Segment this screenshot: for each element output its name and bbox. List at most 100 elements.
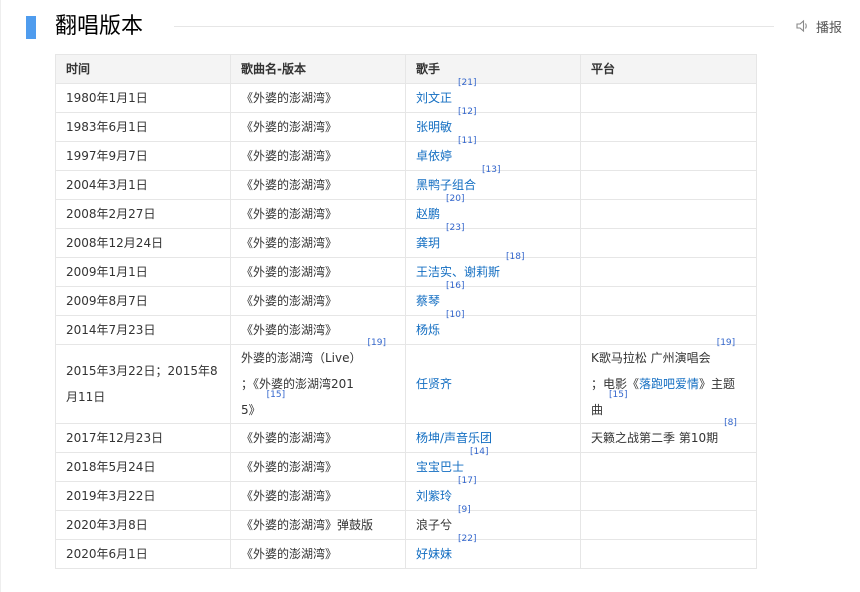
table-row: 2008年12月24日 《外婆的澎湖湾》 龚玥 [23] (55, 224, 757, 258)
table-row: 2015年3月22日；2015年8月11日 外婆的澎湖湾（Live） [19] ；… (55, 339, 757, 424)
citation-link[interactable]: [8] (724, 418, 737, 428)
cell-singer: 好妹妹 [22] (405, 535, 581, 569)
platform-text: 天籁之战第二季 第10期 (591, 431, 719, 445)
singer-link[interactable]: 王洁实、谢莉斯 (416, 265, 500, 279)
citation-link[interactable]: [16] (446, 281, 464, 291)
cell-platform (580, 481, 757, 511)
cell-singer: 杨坤/声音乐团 (405, 423, 581, 453)
cell-song: 《外婆的澎湖湾》 (230, 423, 406, 453)
cell-platform (580, 539, 757, 569)
singer-link[interactable]: 刘文正 (416, 91, 452, 105)
citation-link[interactable]: [10] (446, 310, 464, 320)
cell-date: 2009年1月1日 (55, 257, 231, 287)
cell-date: 2009年8月7日 (55, 286, 231, 316)
cell-singer: 张明敏 [12] (405, 108, 581, 142)
cell-song: 《外婆的澎湖湾》弹鼓版 (230, 510, 406, 540)
citation-link[interactable]: [11] (458, 136, 476, 146)
cell-song: 《外婆的澎湖湾》 (230, 170, 406, 200)
cell-song: 《外婆的澎湖湾》 (230, 539, 406, 569)
cell-platform (580, 228, 757, 258)
citation-link[interactable]: [21] (458, 78, 476, 88)
section-accent-bar (26, 16, 36, 39)
singer-link[interactable]: 卓依婷 (416, 149, 452, 163)
citation-link[interactable]: [12] (458, 107, 476, 117)
cell-platform: 天籁之战第二季 第10期 [8] (580, 419, 757, 453)
table-row: 2020年6月1日 《外婆的澎湖湾》 好妹妹 [22] (55, 535, 757, 569)
left-edge-rule (0, 0, 1, 592)
table-row: 1997年9月7日 《外婆的澎湖湾》 卓依婷 [11] (55, 137, 757, 171)
citation-link[interactable]: [17] (458, 476, 476, 486)
table-row: 2009年8月7日 《外婆的澎湖湾》 蔡琴 [16] (55, 282, 757, 316)
singer-link[interactable]: 刘紫玲 (416, 489, 452, 503)
citation-link[interactable]: [22] (458, 534, 476, 544)
citation-link[interactable]: [20] (446, 194, 464, 204)
title-divider (174, 26, 774, 27)
citation-link[interactable]: [19] (717, 338, 735, 348)
header-platform: 平台 (580, 54, 757, 84)
table-row: 2008年2月27日 《外婆的澎湖湾》 赵鹏 [20] (55, 195, 757, 229)
cell-platform (580, 286, 757, 316)
table-row: 2020年3月8日 《外婆的澎湖湾》弹鼓版 浪子兮 [9] (55, 506, 757, 540)
singer-link[interactable]: 杨烁 (416, 323, 440, 337)
cell-singer: 黑鸭子组合 [13] (405, 166, 581, 200)
singer-link[interactable]: 宝宝巴士 (416, 460, 464, 474)
cell-date: 1997年9月7日 (55, 141, 231, 171)
cell-song: 《外婆的澎湖湾》 (230, 452, 406, 482)
cell-platform (580, 170, 757, 200)
singer-link[interactable]: 好妹妹 (416, 547, 452, 561)
platform-text: 》主题 (699, 377, 736, 391)
platform-text: K歌马拉松 广州演唱会 (591, 351, 711, 365)
cell-song: 外婆的澎湖湾（Live） [19] ；《外婆的澎湖湾201 5》 [15] (230, 339, 406, 424)
cell-date: 1983年6月1日 (55, 112, 231, 142)
cell-singer: 龚玥 [23] (405, 224, 581, 258)
song-text: ；《外婆的澎湖湾201 (241, 377, 354, 391)
cover-versions-table: 时间 歌曲名-版本 歌手 平台 1980年1月1日 《外婆的澎湖湾》 刘文正 [2… (55, 54, 757, 569)
header-date: 时间 (55, 54, 231, 84)
song-text: 5》 (241, 403, 261, 417)
cell-song: 《外婆的澎湖湾》 (230, 141, 406, 171)
cell-date: 2017年12月23日 (55, 423, 231, 453)
cell-singer: 任贤齐 (405, 344, 581, 424)
cell-platform (580, 510, 757, 540)
cell-song: 《外婆的澎湖湾》 (230, 199, 406, 229)
citation-link[interactable]: [19] (368, 338, 386, 348)
cell-song: 《外婆的澎湖湾》 (230, 83, 406, 113)
speaker-icon (796, 19, 807, 33)
citation-link[interactable]: [9] (458, 505, 471, 515)
table-row: 2018年5月24日 《外婆的澎湖湾》 宝宝巴士 [14] (55, 448, 757, 482)
singer-link[interactable]: 龚玥 (416, 236, 440, 250)
cell-singer: 刘紫玲 [17] (405, 477, 581, 511)
cell-singer: 王洁实、谢莉斯 [18] (405, 253, 581, 287)
singer-link[interactable]: 任贤齐 (416, 377, 452, 391)
singer-link[interactable]: 杨坤/声音乐团 (416, 431, 492, 445)
singer-link[interactable]: 蔡琴 (416, 294, 440, 308)
cell-song: 《外婆的澎湖湾》 (230, 481, 406, 511)
cell-song: 《外婆的澎湖湾》 (230, 257, 406, 287)
citation-link[interactable]: [15] (267, 390, 285, 400)
citation-link[interactable]: [14] (470, 447, 488, 457)
header-song: 歌曲名-版本 (230, 54, 406, 84)
cell-date: 2008年2月27日 (55, 199, 231, 229)
table-row: 1980年1月1日 《外婆的澎湖湾》 刘文正 [21] (55, 79, 757, 113)
film-link[interactable]: 落跑吧爱情 (639, 377, 699, 391)
cell-date: 2004年3月1日 (55, 170, 231, 200)
cell-singer: 浪子兮 [9] (405, 506, 581, 540)
citation-link[interactable]: [18] (506, 252, 524, 262)
table-row: 2014年7月23日 《外婆的澎湖湾》 杨烁[10] (55, 311, 757, 345)
play-audio-button[interactable]: 播报 (796, 16, 842, 36)
section-header: 翻唱版本 (26, 13, 774, 41)
cell-song: 《外婆的澎湖湾》 (230, 112, 406, 142)
singer-link[interactable]: 张明敏 (416, 120, 452, 134)
cell-date: 2020年6月1日 (55, 539, 231, 569)
cell-singer: 蔡琴 [16] (405, 282, 581, 316)
cell-singer: 杨烁 [10] (405, 311, 581, 345)
header-singer: 歌手 (405, 54, 581, 84)
platform-text: 曲 (591, 403, 604, 417)
singer-link[interactable]: 赵鹏 (416, 207, 440, 221)
citation-link[interactable]: [23] (446, 223, 464, 233)
citation-link[interactable]: [15] (609, 390, 627, 400)
citation-link[interactable]: [13] (482, 165, 500, 175)
cell-platform (580, 83, 757, 113)
song-text: 外婆的澎湖湾（Live） (241, 351, 362, 365)
singer-link[interactable]: 黑鸭子组合 (416, 178, 476, 192)
